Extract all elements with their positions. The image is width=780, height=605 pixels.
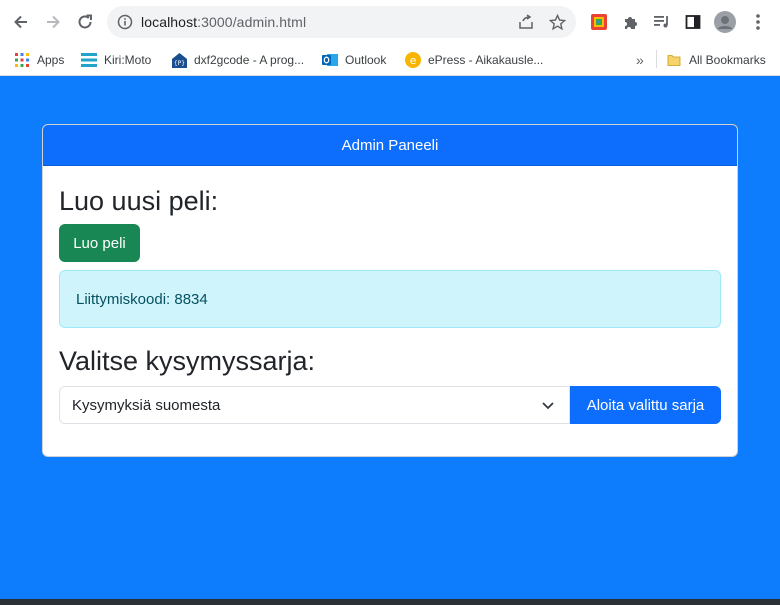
bookmarks-bar: Apps Kiri:Moto {P} dxf2gcode - A prog...… <box>0 44 780 76</box>
kirimoto-icon <box>81 52 97 68</box>
bookmark-label: ePress - Aikakausle... <box>428 53 544 67</box>
dxf2gcode-icon: {P} <box>171 52 187 68</box>
bookmark-epress[interactable]: e ePress - Aikakausle... <box>405 50 543 70</box>
bookmark-label: Apps <box>37 53 65 67</box>
reload-icon <box>78 14 92 29</box>
star-icon[interactable] <box>548 13 566 31</box>
media-queue-icon[interactable] <box>651 11 673 33</box>
bookmark-apps[interactable]: Apps <box>14 50 64 70</box>
browser-toolbar: localhost:3000/admin.html <box>0 0 780 44</box>
bookmark-outlook[interactable]: Outlook <box>322 50 386 70</box>
page-background: Admin Paneeli Luo uusi peli: Luo peli Li… <box>0 76 780 605</box>
forward-button[interactable] <box>40 9 66 35</box>
join-code-alert: Liittymiskoodi: 8834 <box>59 270 721 328</box>
chevron-down-icon <box>542 402 554 410</box>
share-icon[interactable] <box>517 13 535 31</box>
create-game-button[interactable]: Luo peli <box>59 224 140 262</box>
admin-card: Admin Paneeli Luo uusi peli: Luo peli Li… <box>42 124 738 457</box>
apps-grid-icon <box>14 52 30 68</box>
start-set-button[interactable]: Aloita valittu sarja <box>570 386 721 424</box>
bookmarks-divider <box>656 50 657 68</box>
select-set-heading: Valitse kysymyssarja: <box>59 346 316 376</box>
bookmarks-overflow-button[interactable]: » <box>636 50 644 70</box>
folder-icon <box>666 52 682 68</box>
puzzle-icon[interactable] <box>619 11 641 33</box>
side-panel-icon[interactable] <box>682 11 704 33</box>
double-chevron-icon: » <box>636 52 644 68</box>
address-bar[interactable]: localhost:3000/admin.html <box>107 6 576 38</box>
url-host: localhost <box>141 14 198 30</box>
svg-text:{P}: {P} <box>173 60 184 67</box>
create-game-heading: Luo uusi peli: <box>59 186 219 216</box>
bookmark-dxf2gcode[interactable]: {P} dxf2gcode - A prog... <box>171 50 304 70</box>
all-bookmarks-button[interactable]: All Bookmarks <box>666 50 766 70</box>
outlook-icon <box>322 52 338 68</box>
epress-icon: e <box>405 52 421 68</box>
arrow-right-icon <box>47 15 60 29</box>
url-text[interactable]: localhost:3000/admin.html <box>141 14 306 30</box>
card-header: Admin Paneeli <box>43 125 737 166</box>
svg-text:e: e <box>410 54 417 67</box>
reload-button[interactable] <box>72 9 98 35</box>
bookmark-kirimoto[interactable]: Kiri:Moto <box>81 50 151 70</box>
color-extension-icon[interactable] <box>588 11 610 33</box>
selected-question-set: Kysymyksiä suomesta <box>72 396 221 414</box>
kebab-menu-icon[interactable] <box>747 11 769 33</box>
url-path: :3000/admin.html <box>197 14 307 30</box>
bookmark-label: dxf2gcode - A prog... <box>194 53 305 67</box>
bookmark-label: Outlook <box>345 53 387 67</box>
question-set-select[interactable]: Kysymyksiä suomesta <box>59 386 570 424</box>
profile-avatar[interactable] <box>714 11 736 33</box>
join-code-text: Liittymiskoodi: 8834 <box>76 290 208 308</box>
taskbar-edge <box>0 599 780 605</box>
bookmark-label: Kiri:Moto <box>104 53 152 67</box>
arrow-left-icon <box>14 15 27 29</box>
all-bookmarks-label: All Bookmarks <box>689 53 766 67</box>
site-info-icon[interactable] <box>116 13 134 31</box>
back-button[interactable] <box>8 9 34 35</box>
